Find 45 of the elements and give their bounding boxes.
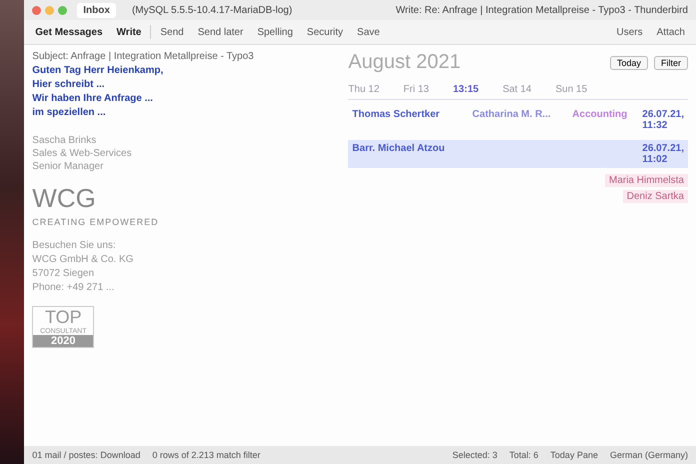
status-text: 0 rows of 2.213 match filter	[152, 450, 260, 460]
toolbar-button[interactable]: Send	[155, 24, 189, 40]
footer-line: Phone: +49 271 ...	[32, 282, 116, 293]
toolbar-button[interactable]: Attach	[652, 24, 690, 40]
footer-line: 57072 Siegen	[32, 268, 96, 279]
status-text: 01 mail / postes: Download	[32, 450, 140, 460]
body-line: Hier schreibt ...	[32, 79, 106, 90]
window-tab[interactable]: Inbox	[77, 2, 116, 18]
body-line: im speziellen ...	[32, 107, 107, 118]
logo-tagline: CREATING EMPOWERED	[32, 217, 160, 227]
window-title: Write: Re: Anfrage | Integration Metallpreise - Typo3 - Thunderbird	[396, 4, 688, 16]
header-line: Subject: Anfrage | Integration Metallpreise - Typo3	[32, 51, 255, 62]
toolbar-button[interactable]: Users	[612, 24, 648, 40]
toolbar-button[interactable]: Get Messages	[30, 24, 108, 40]
toolbar-button[interactable]: Security	[302, 24, 348, 40]
footer-line: Besuchen Sie uns:	[32, 240, 117, 251]
company-logo: WCG	[32, 183, 97, 214]
toolbar-button[interactable]: Spelling	[252, 24, 298, 40]
day-header: Sun 15	[555, 84, 588, 95]
day-header: Thu 12	[348, 84, 380, 95]
toolbar-button[interactable]: Write	[112, 24, 146, 40]
month-title: August 2021	[348, 51, 461, 74]
list-row[interactable]: Thomas Schertker Catharina M. R... Accounting 26.07.21, 11:32	[348, 106, 688, 134]
signature-line: Senior Manager	[32, 161, 104, 172]
greeting-text: Guten Tag Herr Heienkamp,	[32, 65, 164, 76]
event-item[interactable]: Maria Himmelsta	[604, 174, 688, 187]
today-pane-button[interactable]: Today Pane	[550, 450, 598, 460]
day-header: Sat 14	[502, 84, 532, 95]
status-text: Total: 6	[509, 450, 538, 460]
language-text: German (Germany)	[610, 450, 688, 460]
signature-line: Sascha Brinks	[32, 135, 98, 146]
body-line: Wir haben Ihre Anfrage ...	[32, 93, 154, 104]
event-item[interactable]: Deniz Sartka	[622, 190, 688, 203]
window-tab[interactable]: (MySQL 5.5.5-10.4.17-MariaDB-log)	[126, 2, 298, 18]
toolbar-button[interactable]: Save	[352, 24, 385, 40]
toolbar-button[interactable]: Send later	[192, 24, 248, 40]
status-text: Selected: 3	[452, 450, 498, 460]
time-label: 13:15	[452, 84, 479, 95]
list-row[interactable]: Barr. Michael Atzou 26.07.21, 11:02	[348, 140, 688, 168]
footer-line: WCG GmbH & Co. KG	[32, 254, 134, 265]
signature-line: Sales & Web-Services	[32, 148, 133, 159]
window-controls-icon[interactable]	[32, 6, 68, 14]
day-header: Fri 13	[403, 84, 429, 95]
today-button[interactable]: Today	[610, 56, 648, 70]
filter-button[interactable]: Filter	[654, 56, 688, 70]
